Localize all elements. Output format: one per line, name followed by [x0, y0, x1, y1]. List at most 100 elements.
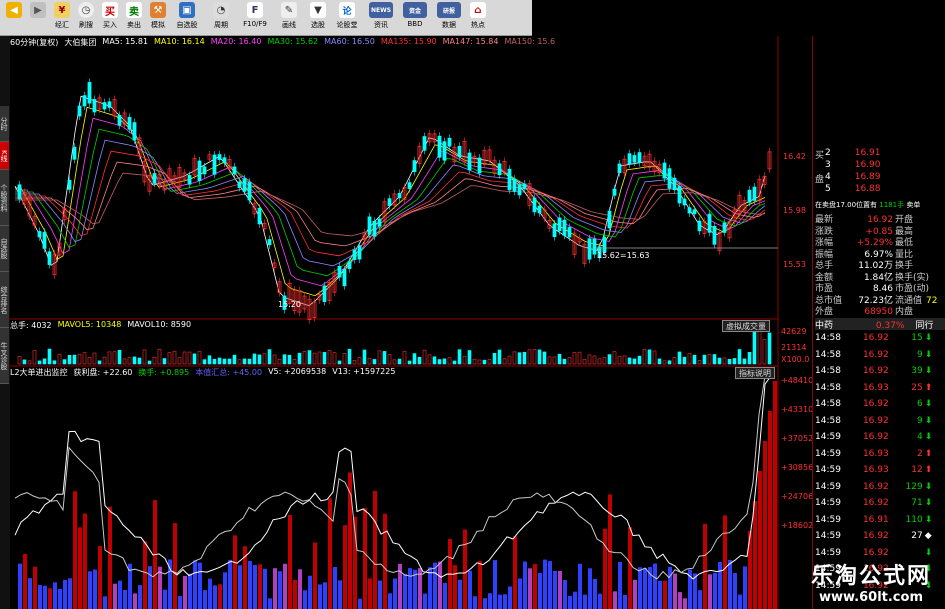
gavel-icon: ⚒ — [150, 2, 166, 18]
tab-fenshi[interactable]: 分时 — [0, 106, 9, 142]
hand-value: 换手: +0.895 — [138, 368, 190, 377]
back-button[interactable]: ◀ — [2, 0, 26, 36]
volume-bar — [722, 357, 727, 365]
indicator-bar — [263, 568, 267, 609]
volume-bar — [697, 360, 702, 365]
tick-volume: 15 — [911, 333, 923, 343]
volume-bar — [642, 349, 647, 365]
data-button[interactable]: 研报 数据 — [432, 0, 466, 36]
news-button[interactable]: NEWS 资讯 — [364, 0, 398, 36]
indicator-help-button[interactable]: 指标说明 — [735, 367, 775, 379]
tick-volume: 9 — [916, 349, 923, 360]
v13-value: V13: +1597225 — [332, 367, 396, 376]
volume-bar — [112, 351, 117, 365]
shuasou-button[interactable]: ◷ 刷搜 — [74, 0, 98, 36]
bbd-button[interactable]: 资金 BBD — [398, 0, 432, 36]
tick-row: 14:59 16.92 4 ⬇ — [815, 432, 932, 444]
jinghui-button[interactable]: ¥ 经汇 — [50, 0, 74, 36]
indicator-bar — [258, 564, 262, 609]
indicator-bar — [53, 582, 57, 609]
indicator-bar — [718, 561, 722, 609]
order-level: 4 16.89 — [825, 172, 881, 184]
indicator-bar — [33, 566, 37, 609]
sell-tag: 卖单 — [906, 201, 921, 209]
volume-bar — [327, 350, 332, 365]
indicator-bar — [468, 570, 472, 609]
indicator-bar — [143, 541, 147, 609]
price-tick-2: 15.98 — [783, 206, 806, 215]
today-value: 本值汇总: +45.00 — [195, 368, 263, 377]
hotspot-button[interactable]: ⌂ 热点 — [466, 0, 490, 36]
volume-bar — [72, 354, 77, 365]
volume-bar — [247, 358, 252, 365]
tick-time: 14:59 — [815, 432, 841, 442]
indicator-bar — [213, 585, 217, 609]
indicator-bar — [183, 575, 187, 609]
indicator-bar — [408, 568, 412, 609]
indicator-bar — [513, 536, 517, 609]
volume-bar — [452, 360, 457, 365]
indicator-bar — [293, 579, 297, 609]
tab-watchlist[interactable]: 自选股 — [0, 226, 9, 272]
stock-picker-button[interactable]: ▼ 选股 — [306, 0, 330, 36]
indicator-name: L2大单进出监控 — [10, 368, 68, 377]
stat-row: 涨幅 +5.29% 最低 — [815, 235, 913, 248]
volume-bar — [87, 357, 92, 365]
indicator-bar — [23, 554, 27, 609]
indicator-bar — [443, 582, 447, 609]
tick-time: 14:58 — [815, 415, 841, 426]
indicator-bar — [548, 561, 552, 609]
volume-bar — [482, 359, 487, 365]
tab-diagnosis[interactable]: 牛叉诊股 — [0, 328, 9, 384]
forum-button[interactable]: 论论股堂 — [330, 0, 364, 36]
watchlist-button[interactable]: ▣ 自选股 — [170, 0, 204, 36]
tab-ranking[interactable]: 综合排名 — [0, 272, 9, 328]
pan-label: 盘 — [815, 175, 825, 185]
tab-kline[interactable]: K线 — [0, 142, 9, 170]
volume-bar — [467, 350, 472, 365]
volume-bar — [592, 355, 597, 365]
volume-bar — [277, 358, 282, 365]
volume-bar — [522, 351, 527, 365]
volume-bar — [42, 358, 47, 365]
tick-row: 14:59 16.91 110 ⬇ — [815, 515, 932, 527]
volume-bar — [382, 351, 387, 365]
stat-row: 市盈 8.46 市盈(动) — [815, 281, 929, 294]
site-watermark: 乐淘公式网 www.60lt.com — [811, 558, 931, 605]
volume-bar — [747, 351, 752, 365]
volume-bar — [557, 353, 562, 365]
forward-button[interactable]: ▶ — [26, 0, 50, 36]
indicator-bar — [533, 564, 537, 609]
indicator-bar — [278, 571, 282, 609]
sell-line-text: 在卖盘17.00位置有 — [815, 201, 878, 209]
volume-bar — [422, 349, 427, 365]
tick-time: 14:59 — [815, 514, 841, 525]
volume-bar — [717, 357, 722, 365]
order-level: 2 16.91 — [825, 148, 881, 160]
virtual-volume-button[interactable]: 虚拟成交量 — [722, 320, 770, 332]
report-icon: 研报 — [437, 2, 461, 18]
price-tick-3: 15.53 — [783, 260, 806, 269]
indicator-bar — [18, 563, 22, 609]
indicator-bar — [253, 565, 257, 609]
tick-time: 14:58 — [815, 349, 841, 360]
volume-bar — [707, 354, 712, 365]
indicator-bar — [38, 584, 42, 609]
volume-bar — [172, 350, 177, 365]
indicator-bar — [273, 568, 277, 609]
period-button[interactable]: ◔ 周期 — [204, 0, 238, 36]
buy-button[interactable]: 买买入 — [98, 0, 122, 36]
stat-key2: 内盘 — [895, 307, 914, 317]
simulate-button[interactable]: ⚒ 模拟 — [146, 0, 170, 36]
indicator-bar — [328, 498, 332, 609]
volume-bar — [102, 356, 107, 365]
tick-row: 14:58 16.93 25 ⬆ — [815, 383, 932, 395]
volume-bar — [752, 328, 757, 365]
draw-line-button[interactable]: ✎ 画线 — [272, 0, 306, 36]
f10-button[interactable]: F F10/F9 — [238, 0, 272, 36]
tick-volume: 129 — [905, 481, 923, 492]
volume-bar — [457, 349, 462, 365]
sell-button[interactable]: 卖卖出 — [122, 0, 146, 36]
tick-arrow: ⬇ — [924, 432, 933, 442]
tab-profile[interactable]: 个股资料 — [0, 170, 9, 226]
